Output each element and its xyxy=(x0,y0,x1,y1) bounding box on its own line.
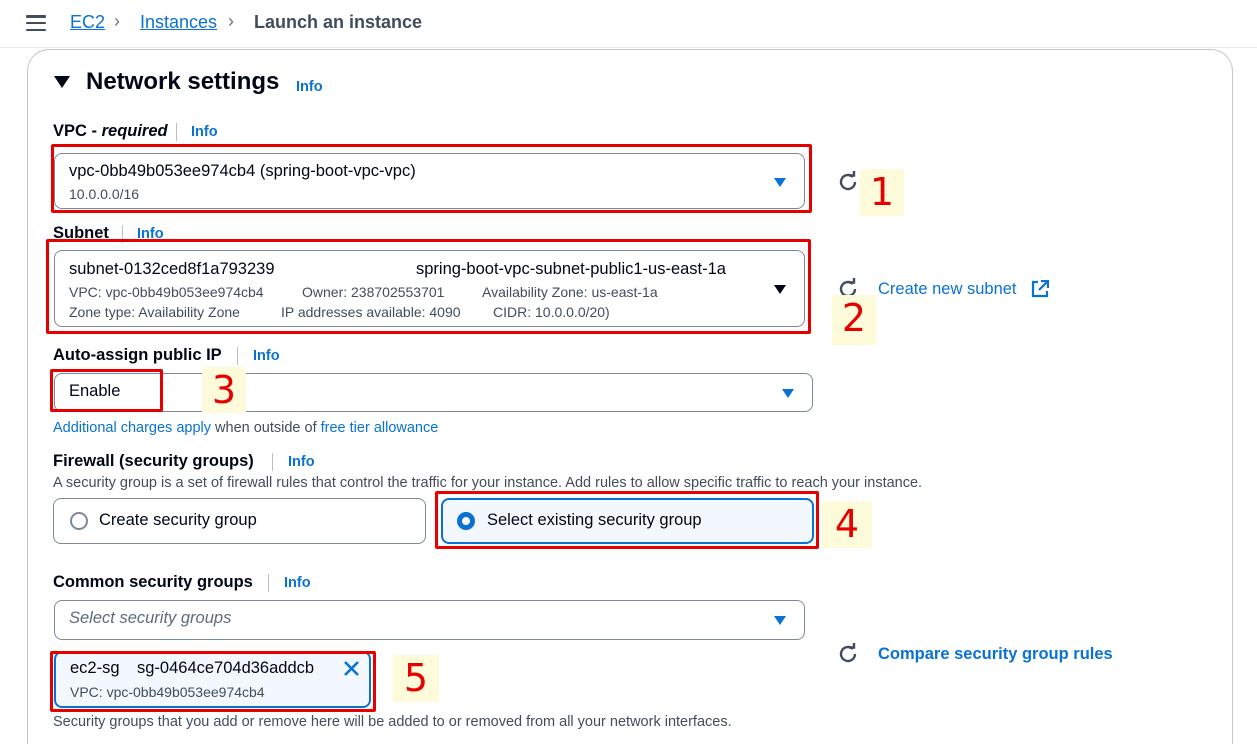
divider xyxy=(268,574,269,592)
breadcrumb-ec2[interactable]: EC2 xyxy=(70,12,105,33)
radio-unchecked[interactable] xyxy=(70,512,88,530)
chevron-right-icon: › xyxy=(228,11,234,31)
annotation-box xyxy=(50,369,163,412)
firewall-description: A security group is a set of firewall ru… xyxy=(53,475,923,491)
refresh-icon[interactable] xyxy=(837,643,859,665)
security-groups-footer: Security groups that you add or remove h… xyxy=(53,714,732,730)
public-ip-label: Auto-assign public IP xyxy=(53,346,222,364)
dropdown-caret-icon xyxy=(774,616,786,625)
divider xyxy=(176,123,177,141)
public-ip-info-link[interactable]: Info xyxy=(253,348,280,364)
dropdown-caret-icon xyxy=(782,389,794,398)
free-tier-link[interactable]: free tier allowance xyxy=(321,420,439,436)
collapse-caret-icon[interactable] xyxy=(54,76,70,88)
annotation-marker: 5 xyxy=(393,655,439,702)
public-ip-select[interactable] xyxy=(54,373,813,412)
annotation-marker: 3 xyxy=(202,367,246,413)
security-groups-placeholder: Select security groups xyxy=(69,609,232,627)
vpc-label: VPC - required xyxy=(53,122,168,140)
common-sg-label: Common security groups xyxy=(53,573,253,591)
vpc-info-link[interactable]: Info xyxy=(191,124,218,140)
menu-icon[interactable] xyxy=(26,15,46,32)
annotation-marker: 4 xyxy=(822,501,872,548)
external-link-icon[interactable] xyxy=(1031,280,1049,298)
annotation-marker: 2 xyxy=(832,295,876,345)
chevron-right-icon: › xyxy=(114,11,120,31)
panel-border xyxy=(1232,88,1233,744)
panel-border xyxy=(27,88,28,744)
annotation-box xyxy=(46,239,811,334)
breadcrumb-current: Launch an instance xyxy=(254,12,423,32)
annotation-box xyxy=(50,651,376,712)
info-link[interactable]: Info xyxy=(296,79,323,95)
charges-note: Additional charges apply when outside of… xyxy=(53,420,438,436)
refresh-icon[interactable] xyxy=(837,171,859,193)
divider xyxy=(272,453,273,471)
breadcrumb-instances[interactable]: Instances xyxy=(140,12,217,33)
compare-rules-link[interactable]: Compare security group rules xyxy=(878,645,1113,664)
divider xyxy=(237,347,238,365)
charges-note-text: when outside of xyxy=(211,420,321,436)
annotation-box xyxy=(435,491,819,549)
section-title: Network settings xyxy=(86,68,280,95)
firewall-info-link[interactable]: Info xyxy=(288,454,315,470)
create-subnet-link[interactable]: Create new subnet xyxy=(878,280,1017,299)
additional-charges-link[interactable]: Additional charges apply xyxy=(53,420,211,436)
common-sg-info-link[interactable]: Info xyxy=(284,575,311,591)
firewall-label: Firewall (security groups) xyxy=(53,452,254,470)
create-security-group-label: Create security group xyxy=(99,511,257,529)
annotation-box xyxy=(51,144,812,213)
annotation-marker: 1 xyxy=(860,169,904,216)
